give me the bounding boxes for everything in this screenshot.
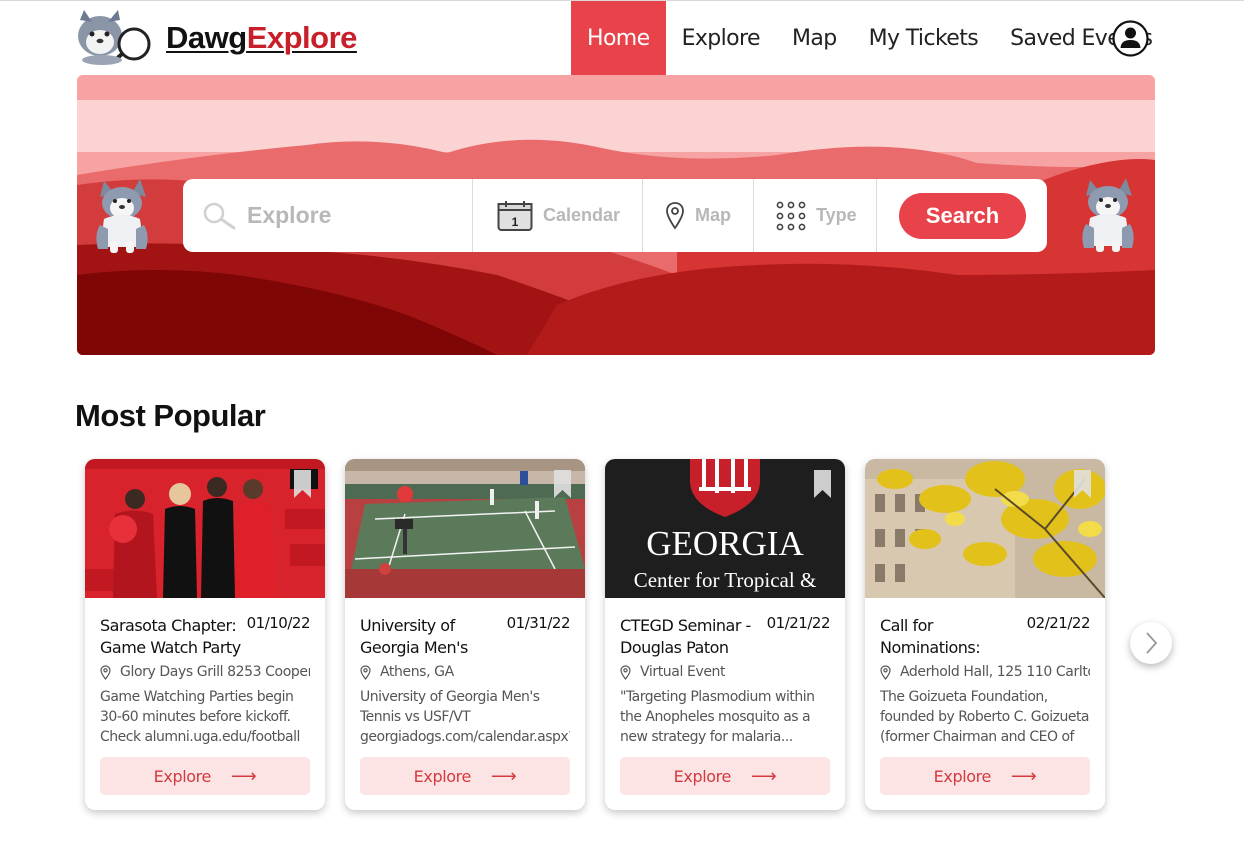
event-location: Glory Days Grill 8253 Cooper... [120, 664, 310, 680]
image-text-center: Center for Tropical & [634, 568, 817, 592]
location-pin-icon [360, 664, 371, 680]
event-card[interactable]: Sarasota Chapter: Game Watch Party ... 0… [85, 459, 325, 810]
map-pin-icon [666, 201, 684, 230]
event-date: 02/21/22 [1026, 614, 1091, 632]
explore-search-field[interactable]: Explore [183, 179, 473, 252]
nav-explore[interactable]: Explore [666, 1, 776, 75]
event-card[interactable]: Call for Nominations: The... 02/21/22 Ad… [865, 459, 1105, 810]
event-description: University of Georgia Men's Tennis vs US… [360, 689, 570, 745]
search-bar: Explore 1 Calendar Map Type Search [183, 179, 1047, 252]
explore-button[interactable]: Explore ⟶ [100, 757, 310, 795]
event-title: CTEGD Seminar - Douglas Paton [620, 616, 751, 657]
event-description: "Targeting Plasmodium within the Anophel… [620, 689, 815, 745]
map-filter[interactable]: Map [643, 179, 754, 252]
logo[interactable]: DawgExplore [74, 10, 357, 66]
dog-mascot-left-icon [96, 179, 148, 253]
arrow-right-icon: ⟶ [750, 765, 777, 787]
event-location: Athens, GA [380, 664, 454, 680]
bookmark-icon[interactable] [1074, 470, 1091, 498]
explore-button-label: Explore [413, 766, 472, 786]
section-title: Most Popular [75, 398, 266, 433]
bookmark-icon[interactable] [554, 470, 571, 498]
search-button[interactable]: Search [899, 192, 1026, 239]
location-pin-icon [100, 664, 111, 680]
location-pin-icon [880, 664, 891, 680]
map-label: Map [695, 205, 731, 225]
nav-map[interactable]: Map [776, 1, 853, 75]
type-filter[interactable]: Type [754, 179, 877, 252]
event-title: University of Georgia Men's Tennis vs... [360, 616, 468, 657]
event-title: Call for Nominations: The... [880, 616, 981, 657]
event-card[interactable]: GEORGIA Center for Tropical & CTEGD Semi… [605, 459, 845, 810]
chevron-right-icon [1146, 632, 1158, 654]
nav-home[interactable]: Home [571, 1, 666, 75]
event-date: 01/10/22 [246, 614, 311, 632]
user-profile-icon[interactable] [1112, 20, 1149, 57]
arrow-right-icon: ⟶ [1010, 765, 1037, 787]
arrow-right-icon: ⟶ [230, 765, 257, 787]
explore-button[interactable]: Explore ⟶ [360, 757, 570, 795]
event-date: 01/21/22 [766, 614, 831, 632]
grid-dots-icon [776, 201, 806, 230]
event-cards: Sarasota Chapter: Game Watch Party ... 0… [85, 459, 1105, 810]
type-label: Type [816, 205, 857, 225]
location-pin-icon [620, 664, 631, 680]
event-description: Game Watching Parties begin 30-60 minute… [100, 689, 300, 745]
explore-button-label: Explore [153, 766, 212, 786]
event-location: Aderhold Hall, 125 110 Carlton... [900, 664, 1090, 680]
explore-button[interactable]: Explore ⟶ [880, 757, 1090, 795]
event-description: The Goizueta Foundation, founded by Robe… [880, 689, 1090, 745]
explore-button-label: Explore [933, 766, 992, 786]
event-image [865, 459, 1105, 598]
nav-my-tickets[interactable]: My Tickets [853, 1, 995, 75]
logo-text: DawgExplore [166, 20, 357, 55]
event-image: GEORGIA Center for Tropical & [605, 459, 845, 598]
calendar-label: Calendar [543, 205, 621, 225]
arrow-right-icon: ⟶ [490, 765, 517, 787]
explore-placeholder: Explore [247, 202, 332, 228]
calendar-filter[interactable]: 1 Calendar [473, 179, 643, 252]
logo-dog-icon [74, 10, 156, 66]
event-location: Virtual Event [640, 664, 726, 680]
event-image [345, 459, 585, 598]
image-text-georgia: GEORGIA [646, 524, 804, 563]
event-card[interactable]: University of Georgia Men's Tennis vs...… [345, 459, 585, 810]
bookmark-icon[interactable] [294, 470, 311, 498]
event-title: Sarasota Chapter: Game Watch Party ... [100, 616, 241, 657]
calendar-day: 1 [512, 215, 519, 229]
explore-button[interactable]: Explore ⟶ [620, 757, 830, 795]
search-icon [203, 202, 236, 229]
explore-button-label: Explore [673, 766, 732, 786]
main-nav: Home Explore Map My Tickets Saved Events [571, 1, 1168, 75]
event-date: 01/31/22 [506, 614, 571, 632]
event-image [85, 459, 325, 598]
dog-mascot-right-icon [1082, 178, 1134, 252]
calendar-icon: 1 [497, 200, 533, 231]
carousel-next-button[interactable] [1130, 622, 1172, 664]
bookmark-icon[interactable] [814, 470, 831, 498]
